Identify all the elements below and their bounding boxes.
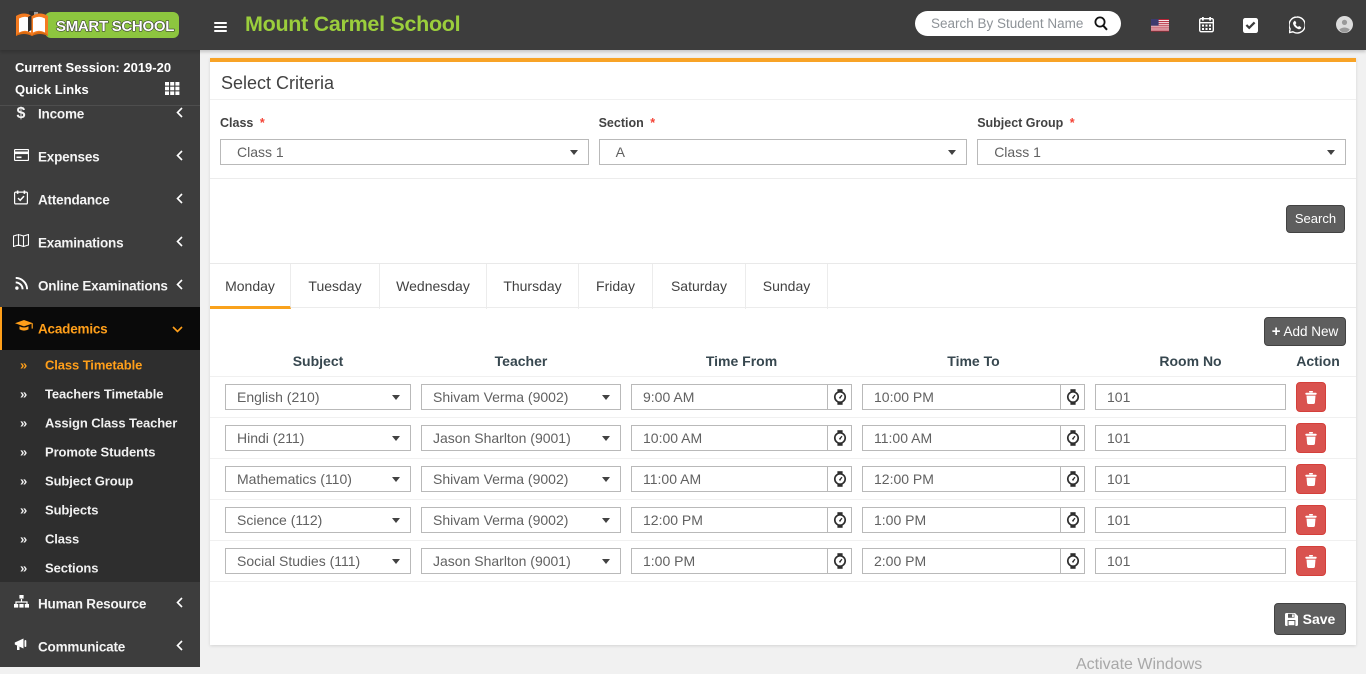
svg-text:SMART SCHOOL: SMART SCHOOL: [56, 18, 174, 35]
